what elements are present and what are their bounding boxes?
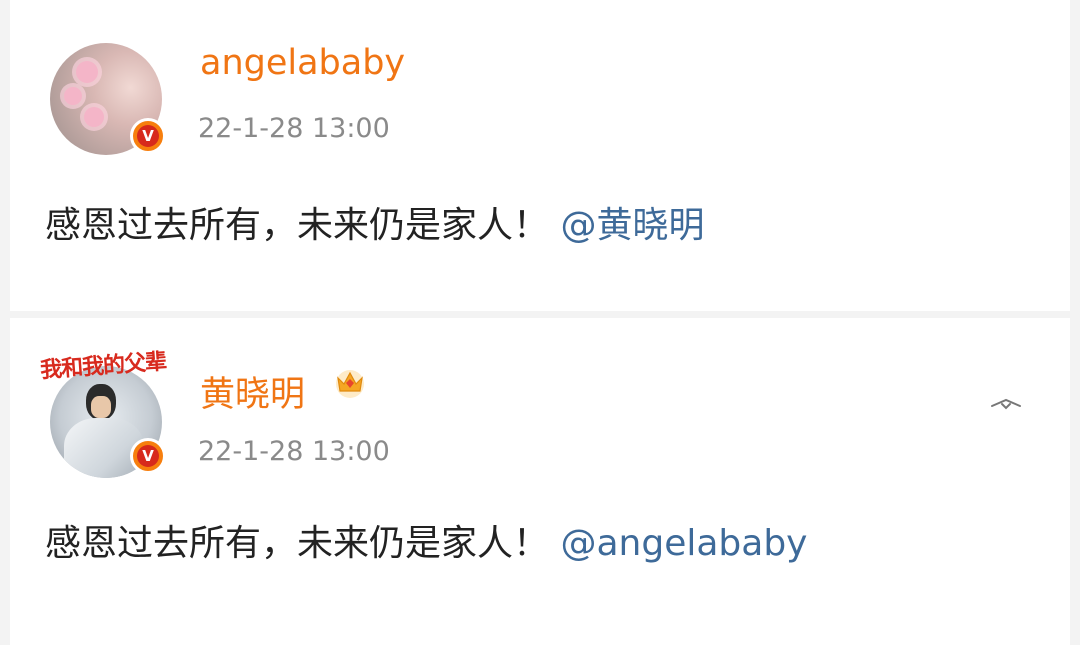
crown-icon xyxy=(336,370,364,398)
post-timestamp: 22-1-28 13:00 xyxy=(198,113,390,144)
post-content: 感恩过去所有，未来仍是家人！ @angelababy xyxy=(45,514,807,566)
flower-decoration xyxy=(76,61,98,83)
chevron-down-icon[interactable] xyxy=(988,396,1024,416)
verified-badge-glyph: V xyxy=(137,445,159,467)
flower-decoration xyxy=(84,107,104,127)
verified-badge-icon: V xyxy=(130,118,166,154)
post-text: 感恩过去所有，未来仍是家人！ xyxy=(45,205,550,246)
post-text: 感恩过去所有，未来仍是家人！ xyxy=(45,523,550,564)
weibo-post: V angelababy 22-1-28 13:00 感恩过去所有，未来仍是家人… xyxy=(10,0,1070,311)
flower-decoration xyxy=(64,87,82,105)
avatar-figure-face xyxy=(91,396,111,418)
weibo-post: 我和我的父辈 V 黄晓明 22-1-28 13:00 感恩过去所有，未来仍是家人… xyxy=(10,318,1070,645)
verified-badge-glyph: V xyxy=(137,125,159,147)
post-content: 感恩过去所有，未来仍是家人！ @黄晓明 xyxy=(45,196,704,248)
post-timestamp: 22-1-28 13:00 xyxy=(198,436,390,467)
username[interactable]: angelababy xyxy=(200,43,405,83)
verified-badge-icon: V xyxy=(130,438,166,474)
mention-link[interactable]: @黄晓明 xyxy=(560,205,704,246)
username[interactable]: 黄晓明 xyxy=(200,366,305,417)
mention-link[interactable]: @angelababy xyxy=(560,523,807,564)
